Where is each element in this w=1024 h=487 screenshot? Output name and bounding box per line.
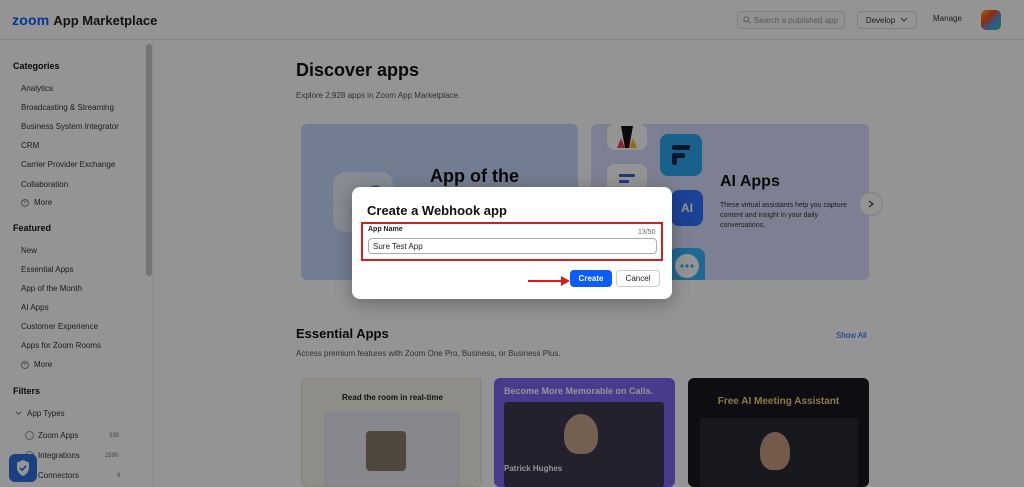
arrow-annotation-icon — [528, 276, 570, 286]
app-name-char-count: 13/50 — [638, 229, 656, 236]
app-name-input[interactable] — [368, 238, 657, 254]
create-webhook-app-dialog: Create a Webhook app App Name 13/50 Crea… — [352, 187, 672, 299]
cancel-button[interactable]: Cancel — [616, 270, 660, 287]
create-button[interactable]: Create — [570, 270, 612, 287]
app-name-label: App Name — [368, 226, 403, 233]
dialog-title: Create a Webhook app — [367, 203, 507, 218]
